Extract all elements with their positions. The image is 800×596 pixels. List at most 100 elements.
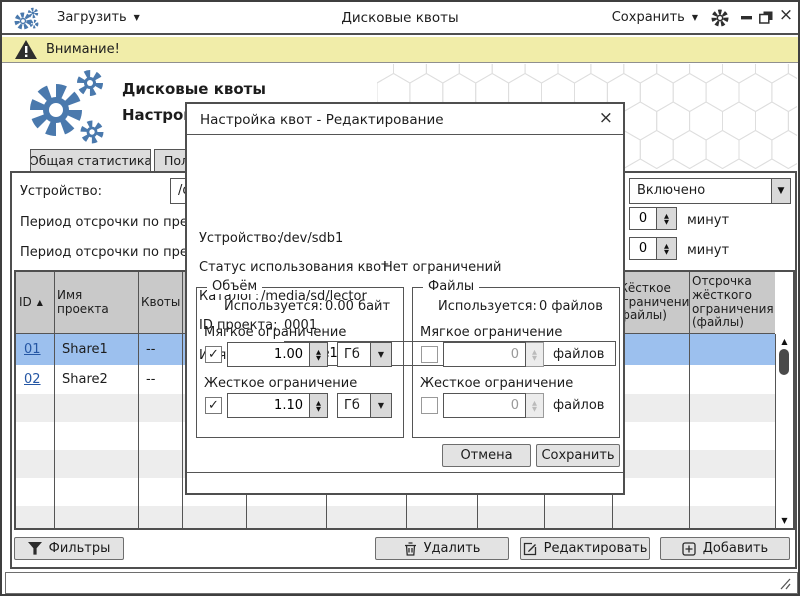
column-header-hard-grace-files[interactable]: Отсрочка жёсткого ограничения (файлы) [689,272,775,333]
column-header-quotas[interactable]: Квоты [138,272,182,333]
volume-soft-spinner: ▲▼ [227,342,328,367]
unit-value: Гб [338,343,370,366]
spinner-arrows-icon[interactable]: ▲▼ [310,393,328,418]
spinner-arrows-icon[interactable]: ▲▼ [310,342,328,367]
files-used-label: Используется: [438,299,537,314]
edit-label: Редактировать [544,541,648,556]
row-id-link[interactable]: 02 [24,372,41,387]
vertical-scrollbar[interactable]: ▲ ▼ [775,334,793,528]
chevron-down-icon: ▼ [692,13,698,22]
files-hard-unit: файлов [553,398,604,413]
files-hard-input [443,393,526,418]
row-quotas: -- [138,342,182,357]
grace-soft-input[interactable] [629,207,657,230]
save-menu-label: Сохранить [612,10,685,25]
chevron-down-icon[interactable]: ▼ [370,394,391,417]
empty-row [16,506,775,528]
grace-hard-input[interactable] [629,237,657,260]
dialog-cancel-button[interactable]: Отмена [442,444,531,467]
files-legend: Файлы [423,279,479,294]
filters-label: Фильтры [49,541,111,556]
filters-button[interactable]: Фильтры [14,537,124,560]
row-id-link[interactable]: 01 [24,342,41,357]
add-button[interactable]: Добавить [660,537,790,560]
dlg-status-value: Нет ограничений [383,260,502,275]
grace-soft-unit: минут [687,213,729,228]
save-menu[interactable]: Сохранить ▼ [612,10,698,25]
delete-button[interactable]: Удалить [375,537,509,560]
files-group: Файлы Используется: 0 файлов Мягкое огра… [412,287,620,438]
edit-button[interactable]: Редактировать [520,537,650,560]
volume-soft-label: Мягкое ограничение [204,325,346,340]
grace-hard-spinner: ▲▼ [629,237,677,260]
files-soft-checkbox[interactable] [421,346,438,363]
files-soft-spinner: ▲▼ [443,342,544,367]
minimize-button[interactable] [738,10,754,26]
dialog-title-divider [187,134,623,135]
close-icon[interactable]: × [599,108,613,128]
volume-soft-input[interactable] [227,342,310,367]
row-quotas: -- [138,372,182,387]
volume-soft-checkbox[interactable]: ✓ [205,346,222,363]
chevron-down-icon[interactable]: ▼ [370,343,391,366]
column-divider [138,272,139,528]
add-label: Добавить [703,541,768,556]
dialog-footer-divider [187,472,623,473]
grace-hard-unit: минут [687,243,729,258]
grace-soft-spinner: ▲▼ [629,207,677,230]
plus-icon [682,542,696,556]
column-divider [54,272,55,528]
quota-edit-dialog: Настройка квот - Редактирование × Устрой… [185,102,625,495]
column-header-name[interactable]: Имя проекта [54,272,138,333]
status-bar [5,572,798,594]
settings-gear-icon[interactable] [710,8,730,32]
load-menu-label: Загрузить [57,10,127,25]
volume-legend: Объём [207,279,262,294]
load-menu[interactable]: Загрузить ▼ [57,10,140,25]
spinner-arrows-icon: ▲▼ [526,393,544,418]
files-hard-spinner: ▲▼ [443,393,544,418]
device-label: Устройство: [20,184,102,199]
column-divider [182,272,183,528]
sort-asc-icon: ▲ [37,298,43,307]
files-hard-label: Жесткое ограничение [420,376,573,391]
chevron-down-icon[interactable]: ▼ [771,179,790,203]
volume-hard-spinner: ▲▼ [227,393,328,418]
volume-hard-input[interactable] [227,393,310,418]
maximize-button[interactable] [758,9,774,25]
toolbar: Загрузить ▼ Дисковые квоты Сохранить ▼ × [2,2,798,35]
tab-general-statistics[interactable]: Общая статистика [30,149,151,172]
volume-hard-unit-select[interactable]: Гб ▼ [337,393,392,418]
edit-pencil-icon [523,542,537,556]
quota-status-value: Включено [630,179,771,203]
files-hard-checkbox[interactable] [421,397,438,414]
scroll-down-icon[interactable]: ▼ [776,514,793,527]
files-soft-unit: файлов [553,347,604,362]
scrollbar-thumb[interactable] [779,349,789,375]
volume-soft-unit-select[interactable]: Гб ▼ [337,342,392,367]
spinner-arrows-icon: ▲▼ [526,342,544,367]
resize-grip[interactable] [778,577,792,591]
volume-used-label: Используется: [224,299,323,314]
volume-used-value: 0.00 байт [325,299,390,314]
quota-status-select[interactable]: Включено ▼ [629,178,791,204]
spinner-arrows-icon[interactable]: ▲▼ [657,207,677,230]
dialog-title: Настройка квот - Редактирование [200,112,444,128]
close-window-button[interactable]: × [778,7,794,23]
scroll-up-icon[interactable]: ▲ [776,335,793,348]
volume-hard-checkbox[interactable]: ✓ [205,397,222,414]
files-soft-label: Мягкое ограничение [420,325,562,340]
dialog-save-button[interactable]: Сохранить [536,444,620,467]
filter-icon [28,542,42,555]
trash-icon [404,542,417,556]
app-window: Загрузить ▼ Дисковые квоты Сохранить ▼ × [0,0,800,596]
spinner-arrows-icon[interactable]: ▲▼ [657,237,677,260]
column-divider [689,272,690,528]
delete-label: Удалить [424,541,481,556]
chevron-down-icon: ▼ [134,13,140,22]
dlg-status-label: Статус использования квот: [199,260,393,275]
column-header-id[interactable]: ID ▲ [16,272,54,333]
app-gears-logo-icon [14,6,40,36]
dlg-device-label: Устройство: [199,231,281,246]
files-soft-input [443,342,526,367]
